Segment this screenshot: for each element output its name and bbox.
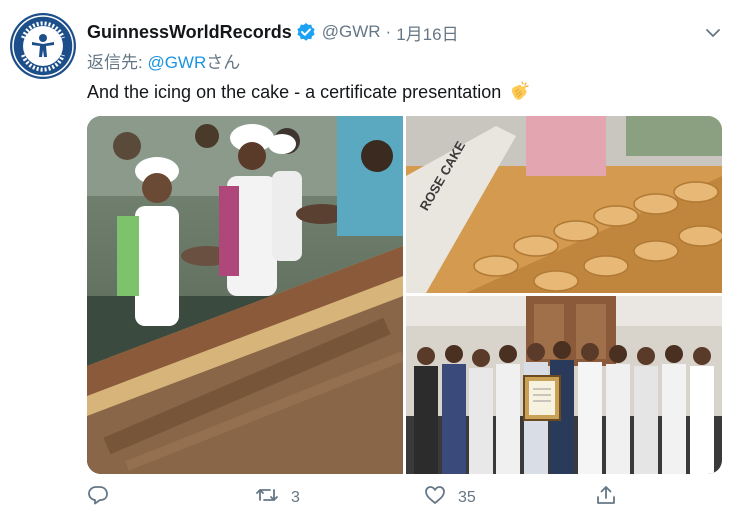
- handle[interactable]: @GWR: [322, 22, 381, 42]
- display-name[interactable]: GuinnessWorldRecords: [87, 22, 292, 43]
- clapping-hands-emoji-icon: [507, 80, 531, 104]
- tweet-header: GuinnessWorldRecords @GWR · 1月16日: [87, 19, 459, 45]
- tweet-body: And the icing on the cake - a certificat…: [87, 81, 502, 102]
- tweet[interactable]: GuinnessWorldRecords @GWR · 1月16日 返信先: @…: [0, 0, 732, 518]
- reply-icon: [87, 484, 109, 511]
- retweet-icon: [255, 484, 279, 511]
- avatar[interactable]: [10, 13, 76, 79]
- heart-icon: [424, 484, 446, 511]
- photo-cake-closeup[interactable]: ROSE CAKE: [406, 116, 722, 293]
- guinness-world-records-logo-icon: [12, 15, 74, 77]
- photo-certificate-presentation[interactable]: [406, 296, 722, 474]
- reply-button[interactable]: [87, 484, 121, 511]
- photo-cake-icing[interactable]: [87, 116, 403, 474]
- share-icon: [595, 484, 617, 511]
- media-grid: ROSE CAKE: [87, 116, 722, 474]
- separator: ·: [385, 22, 392, 41]
- chevron-down-icon[interactable]: [704, 24, 722, 42]
- share-button[interactable]: [595, 484, 617, 511]
- reply-context: 返信先: @GWRさん: [87, 48, 240, 73]
- tweet-text: And the icing on the cake - a certificat…: [87, 80, 531, 104]
- verified-badge-icon: [296, 22, 316, 42]
- like-button[interactable]: 35: [424, 484, 476, 511]
- retweet-button[interactable]: 3: [255, 484, 300, 511]
- tweet-actions: 3 35: [87, 484, 647, 512]
- timestamp[interactable]: 1月16日: [396, 20, 458, 45]
- reply-mention-link[interactable]: @GWR: [147, 53, 206, 72]
- reply-suffix: さん: [206, 53, 241, 72]
- reply-prefix: 返信先:: [87, 53, 148, 72]
- retweet-count: 3: [291, 488, 300, 506]
- like-count: 35: [458, 488, 476, 506]
